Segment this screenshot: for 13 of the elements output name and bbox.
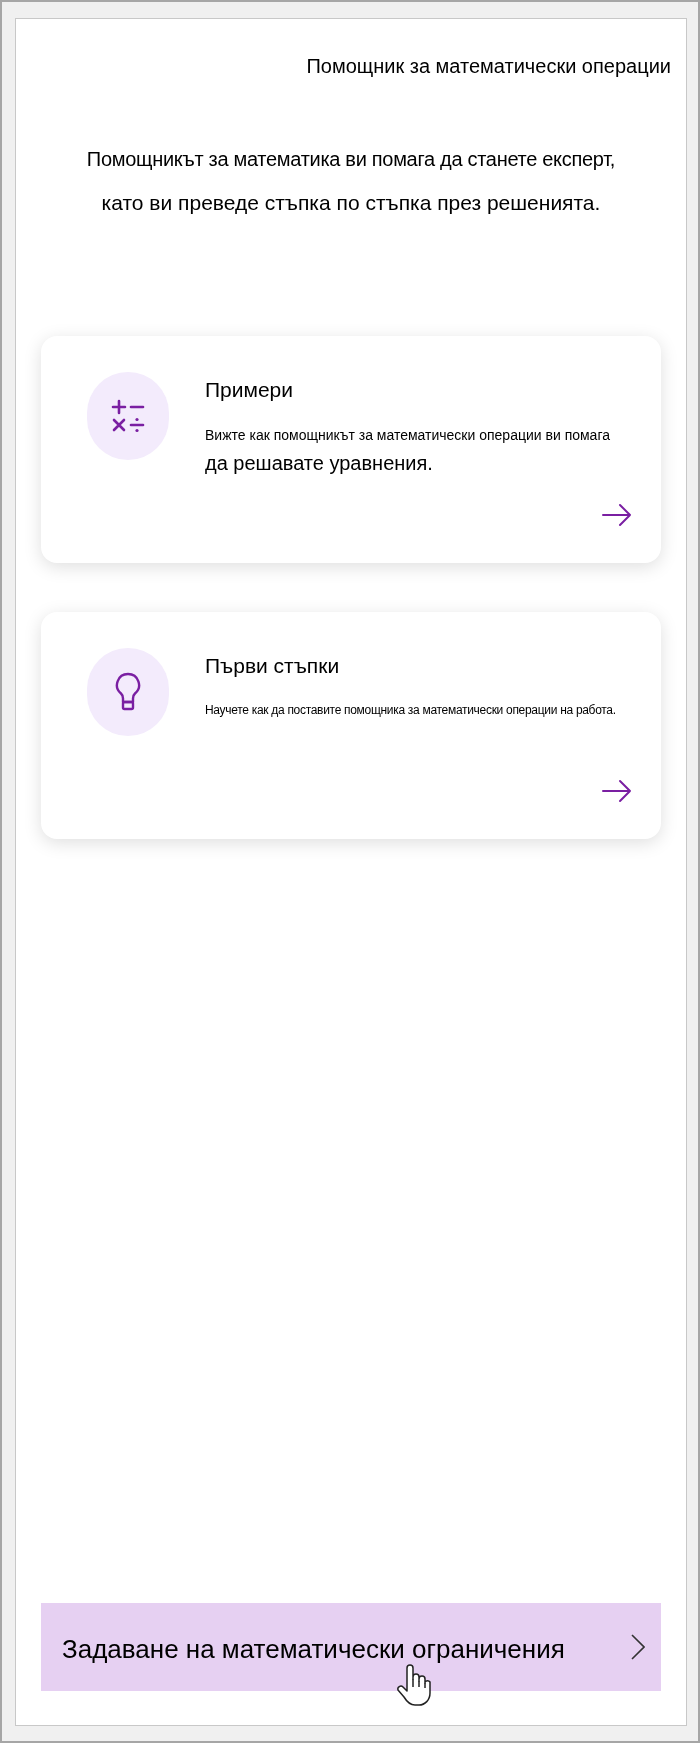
card-description: Научете как да поставите помощника за математически операции на работа. bbox=[205, 702, 616, 719]
feature-card[interactable]: Първи стъпки Научете как да поставите помощника за математически операции на работа. bbox=[41, 612, 661, 839]
card-title: Примери bbox=[205, 377, 295, 403]
card-description: Вижте как помощникът за математически операции ви помага да решавате уравнения. bbox=[205, 426, 610, 476]
arrow-right-icon bbox=[602, 779, 632, 803]
page-title: Помощник за математически операции bbox=[306, 54, 671, 79]
card-title: Първи стъпки bbox=[205, 653, 341, 679]
constraints-button[interactable]: Задаване на математически ограничения bbox=[41, 1603, 661, 1691]
chevron-right-icon bbox=[631, 1634, 645, 1660]
feature-card[interactable]: Примери Вижте как помощникът за математически операции ви помага да решавате уравнения. bbox=[41, 336, 661, 563]
arrow-right-icon bbox=[602, 503, 632, 527]
hand-cursor-icon bbox=[395, 1663, 432, 1707]
intro-text: Помощникът за математика ви помага да станете експерт, като ви преведе стъпка по стъпка през решенията. bbox=[85, 147, 617, 216]
